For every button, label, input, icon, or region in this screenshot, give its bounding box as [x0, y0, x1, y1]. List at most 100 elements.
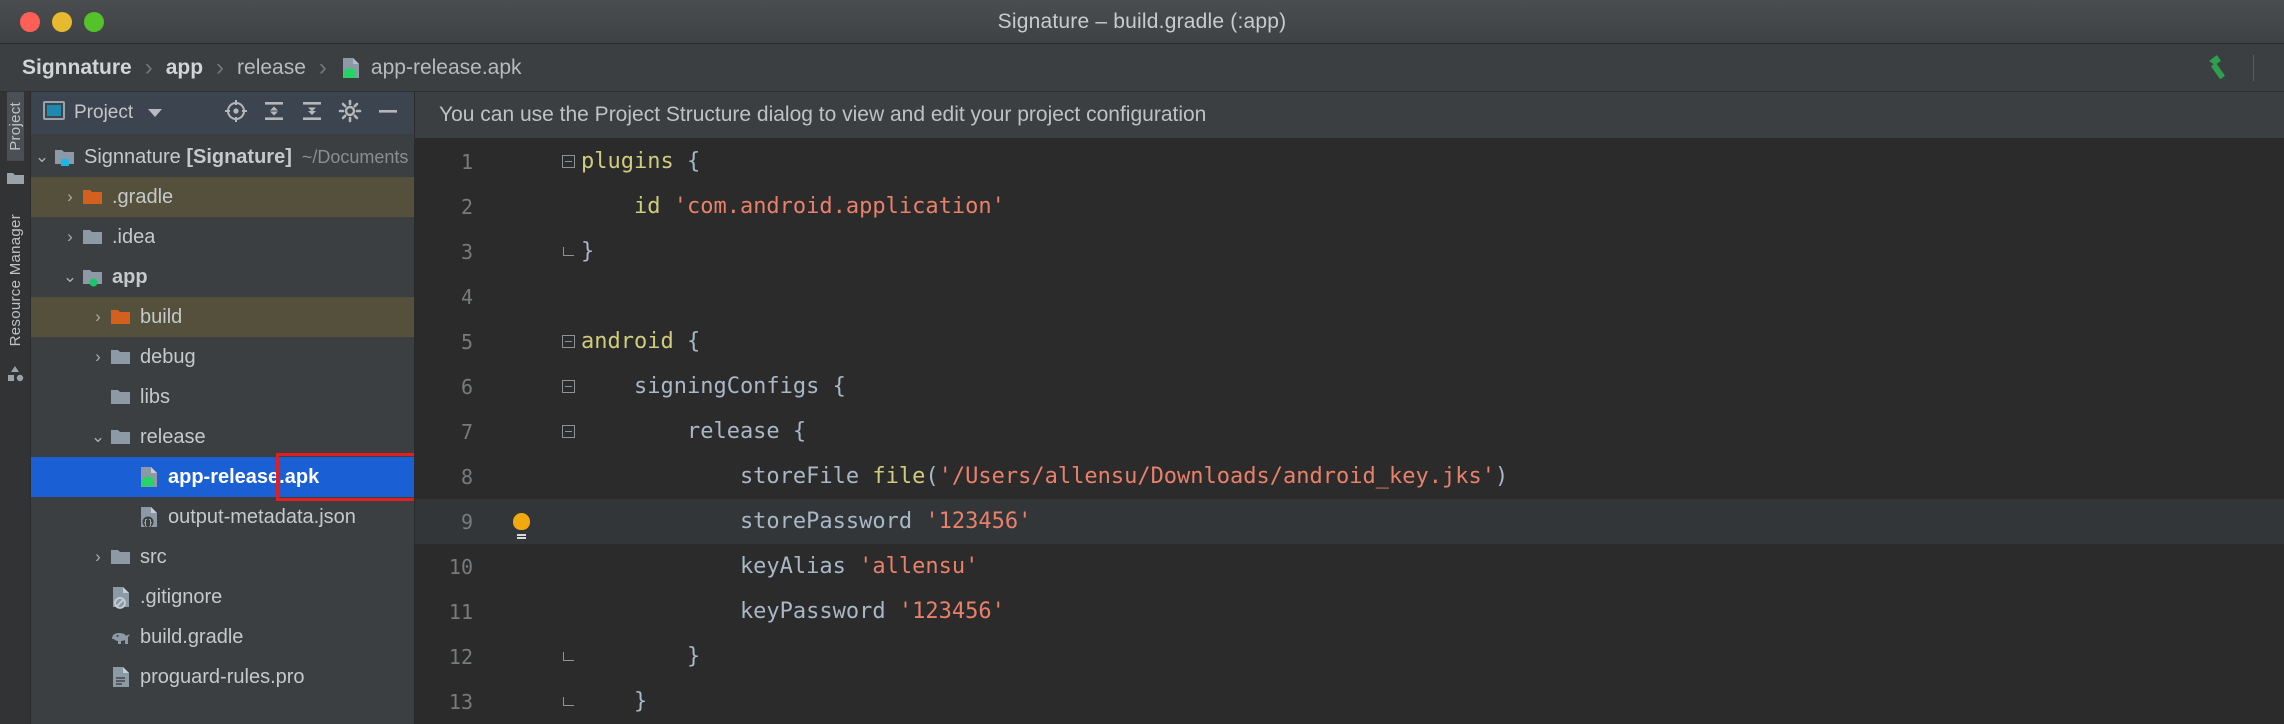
tree-row[interactable]: libs — [31, 377, 414, 417]
hammer-icon — [2209, 54, 2225, 79]
collapse-all-icon[interactable] — [300, 99, 324, 128]
breadcrumb-label: release — [237, 55, 306, 79]
chevron-collapsed-icon[interactable]: › — [59, 227, 81, 247]
tree-row[interactable]: › .gradle — [31, 177, 414, 217]
left-tool-strip: Project Resource Manager — [0, 92, 31, 724]
fold-end-icon[interactable] — [555, 247, 581, 256]
build-hammer-button[interactable] — [2203, 51, 2254, 85]
fold-end-icon[interactable] — [555, 652, 581, 661]
code-text: storeFile file('/Users/allensu/Downloads… — [581, 464, 1509, 489]
line-number: 8 — [460, 464, 473, 489]
breadcrumb-item-project[interactable]: Signnature — [22, 56, 132, 80]
tree-row[interactable]: {} output-metadata.json — [31, 497, 414, 537]
chevron-collapsed-icon[interactable]: › — [87, 547, 109, 567]
orange-folder-icon — [109, 308, 133, 327]
code-line[interactable]: 11 keyPassword '123456' — [415, 589, 2284, 634]
close-window-button[interactable] — [20, 11, 40, 32]
tool-window-tab-project[interactable]: Project — [6, 92, 24, 161]
breadcrumb-bar: Signnature › app › release › app-release… — [0, 44, 2284, 92]
settings-gear-icon[interactable] — [338, 99, 362, 128]
project-file-tree[interactable]: ⌄ Signnature [Signature] ~/Documents › .… — [31, 134, 414, 724]
editor-area: You can use the Project Structure dialog… — [415, 92, 2284, 724]
folder-icon — [6, 170, 25, 191]
traffic-light-group — [0, 11, 104, 32]
breadcrumb-label: app — [165, 55, 204, 79]
fold-collapse-icon[interactable] — [555, 155, 581, 168]
minimize-window-button[interactable] — [52, 11, 72, 32]
code-line[interactable]: 10 keyAlias 'allensu' — [415, 544, 2284, 589]
project-panel-toolbar — [224, 99, 400, 128]
intention-bulb-icon[interactable] — [487, 513, 555, 536]
chevron-down-icon[interactable] — [148, 109, 163, 117]
fold-collapse-icon[interactable] — [555, 380, 581, 393]
tree-row[interactable]: ⌄ Signnature [Signature] ~/Documents — [31, 137, 414, 177]
tree-row[interactable]: ⌄ release — [31, 417, 414, 457]
line-number: 10 — [448, 554, 473, 579]
code-line[interactable]: 4 — [415, 274, 2284, 319]
code-line[interactable]: 1 plugins { — [415, 139, 2284, 184]
zoom-window-button[interactable] — [84, 11, 104, 32]
code-editor[interactable]: 1 plugins { 2 id 'com.android.application'… — [415, 139, 2284, 724]
tree-row[interactable]: › debug — [31, 337, 414, 377]
code-line[interactable]: 5 android { — [415, 319, 2284, 364]
fold-collapse-icon[interactable] — [555, 425, 581, 438]
chevron-collapsed-icon[interactable]: › — [59, 187, 81, 207]
chevron-collapsed-icon[interactable]: › — [87, 307, 109, 327]
tree-row-selected-apk[interactable]: app-release.apk — [31, 453, 414, 501]
editor-notification-bar[interactable]: You can use the Project Structure dialog… — [415, 92, 2284, 139]
line-number: 7 — [460, 419, 473, 444]
folder-icon — [109, 348, 133, 367]
code-line[interactable]: 8 storeFile file('/Users/allensu/Downloa… — [415, 454, 2284, 499]
project-panel-header: Project — [31, 92, 414, 134]
tool-window-tab-resource-manager[interactable]: Resource Manager — [7, 204, 24, 356]
fold-collapse-icon[interactable] — [555, 335, 581, 348]
breadcrumb-item-release[interactable]: release — [237, 56, 306, 80]
tree-row-label: app — [112, 265, 148, 288]
code-line[interactable]: 7 release { — [415, 409, 2284, 454]
code-line[interactable]: 3} — [415, 229, 2284, 274]
hide-panel-icon[interactable] — [376, 99, 400, 128]
tree-row[interactable]: › .idea — [31, 217, 414, 257]
project-view-selector[interactable]: Project — [43, 101, 163, 125]
chevron-expanded-icon[interactable]: ⌄ — [87, 427, 109, 447]
breadcrumb-item-apk[interactable]: app-release.apk — [340, 56, 522, 80]
tree-row-label: output-metadata.json — [168, 505, 356, 528]
breadcrumb-separator: › — [144, 53, 153, 81]
folder-icon — [109, 388, 133, 407]
tree-row[interactable]: › src — [31, 537, 414, 577]
fold-end-icon[interactable] — [555, 697, 581, 706]
toolbar-divider — [2253, 54, 2254, 81]
folder-icon — [81, 228, 105, 247]
code-text: } — [581, 644, 701, 669]
line-number: 9 — [460, 509, 473, 534]
line-number: 3 — [460, 239, 473, 264]
tree-row[interactable]: .gitignore — [31, 577, 414, 617]
breadcrumb-item-app[interactable]: app — [166, 56, 203, 80]
tree-row[interactable]: ⌄ app — [31, 257, 414, 297]
code-line[interactable]: 2 id 'com.android.application' — [415, 184, 2284, 229]
chevron-expanded-icon[interactable]: ⌄ — [59, 267, 81, 287]
tree-row[interactable]: › build — [31, 297, 414, 337]
line-number: 4 — [460, 284, 473, 309]
tree-row[interactable]: build.gradle — [31, 617, 414, 657]
tree-row[interactable]: proguard-rules.pro — [31, 657, 414, 697]
code-line[interactable]: 12 } — [415, 634, 2284, 679]
code-line[interactable]: 9 storePassword '123456' — [415, 499, 2284, 544]
line-number: 11 — [448, 599, 473, 624]
code-text: signingConfigs { — [581, 374, 846, 399]
expand-all-icon[interactable] — [262, 99, 286, 128]
breadcrumb-separator: › — [318, 53, 327, 81]
tree-row-label: .gradle — [112, 185, 174, 208]
text-file-icon — [109, 665, 133, 689]
chevron-expanded-icon[interactable]: ⌄ — [31, 147, 53, 167]
main-body: Project Resource Manager Project ⌄ Signn… — [0, 92, 2284, 724]
code-line[interactable]: 13 } — [415, 679, 2284, 724]
locate-target-icon[interactable] — [224, 99, 248, 128]
line-number: 1 — [460, 149, 473, 174]
chevron-collapsed-icon[interactable]: › — [87, 347, 109, 367]
orange-folder-icon — [81, 188, 105, 207]
code-line[interactable]: 6 signingConfigs { — [415, 364, 2284, 409]
tree-row-label: .idea — [112, 225, 156, 248]
code-text: plugins { — [581, 149, 701, 174]
code-text: } — [581, 239, 595, 264]
